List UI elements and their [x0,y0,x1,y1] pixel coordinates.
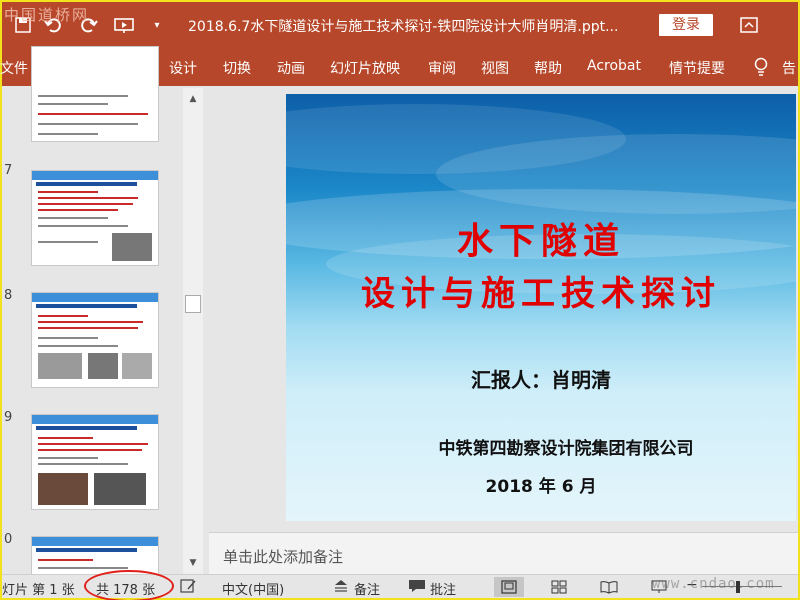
notes-placeholder: 单击此处添加备注 [223,548,344,566]
tab-review[interactable]: 审阅 [428,58,456,78]
slide-reporter: 汇报人：肖明清 [471,368,611,392]
normal-view-icon[interactable] [494,577,524,597]
slide-thumbnail[interactable] [31,414,159,510]
watermark-logo-top-left: 中国道桥网 [4,6,90,24]
annotation-circle [84,570,174,600]
lightbulb-icon[interactable] [751,56,771,78]
comments-toggle-label[interactable]: 批注 [430,579,456,598]
watermark-url: www.cndao.com [652,576,775,592]
tab-storyboard[interactable]: 情节提要 [669,58,725,78]
thumbnail-number: 8 [4,288,13,303]
slide-sorter-view-icon[interactable] [544,577,574,597]
thumbnail-number: 0 [4,532,13,547]
scroll-down-arrow-icon[interactable]: ▼ [183,554,203,572]
slide-thumbnail[interactable] [31,46,159,142]
slide-organization: 中铁第四勘察设计院集团有限公司 [438,439,694,459]
slide-thumbnail[interactable] [31,292,159,388]
tab-acrobat[interactable]: Acrobat [587,58,641,74]
scroll-thumb[interactable] [185,295,201,313]
accessibility-check-icon[interactable] [180,578,198,598]
tab-animations[interactable]: 动画 [277,58,305,78]
comments-icon[interactable] [408,579,426,597]
slide-date: 2018 年 6 月 [485,477,597,497]
tab-tell-me[interactable]: 告 [782,58,796,78]
tab-help[interactable]: 帮助 [534,58,562,78]
slide-thumbnail-pane: 7 8 9 0 [2,46,209,576]
slide-position: 灯片 第 1 张 [2,583,75,598]
notes-toggle-label[interactable]: 备注 [354,579,380,598]
window-title: 2018.6.7水下隧道设计与施工技术探讨-铁四院设计大师肖明清.ppt... [188,19,619,35]
tab-file[interactable]: 文件 [0,58,28,78]
ribbon-display-options-icon[interactable] [738,14,760,36]
customize-toolbar-icon[interactable]: ▾ [150,14,164,36]
scroll-up-arrow-icon[interactable]: ▲ [183,90,203,108]
tab-view[interactable]: 视图 [481,58,509,78]
current-slide[interactable]: 水下隧道 设计与施工技术探讨 汇报人：肖明清 中铁第四勘察设计院集团有限公司 2… [286,94,796,521]
notes-pane[interactable]: 单击此处添加备注 [209,532,798,574]
present-from-start-icon[interactable] [112,14,136,36]
thumbnail-scrollbar[interactable]: ▲ ▼ [183,88,203,574]
slide-title-line2: 设计与施工技术探讨 [361,274,721,314]
tab-slideshow[interactable]: 幻灯片放映 [330,58,400,78]
slide-title-line1: 水下隧道 [456,220,625,262]
thumbnail-number: 7 [4,163,13,178]
tab-design[interactable]: 设计 [169,58,197,78]
slide-thumbnail[interactable] [31,170,159,266]
login-button[interactable]: 登录 [659,14,713,36]
tab-transitions[interactable]: 切换 [223,58,251,78]
notes-icon[interactable] [334,580,348,596]
thumbnail-number: 9 [4,410,13,425]
language-indicator[interactable]: 中文(中国) [222,579,284,598]
title-bar: ▾ 2018.6.7水下隧道设计与施工技术探讨-铁四院设计大师肖明清.ppt..… [2,2,798,48]
reading-view-icon[interactable] [594,577,624,597]
